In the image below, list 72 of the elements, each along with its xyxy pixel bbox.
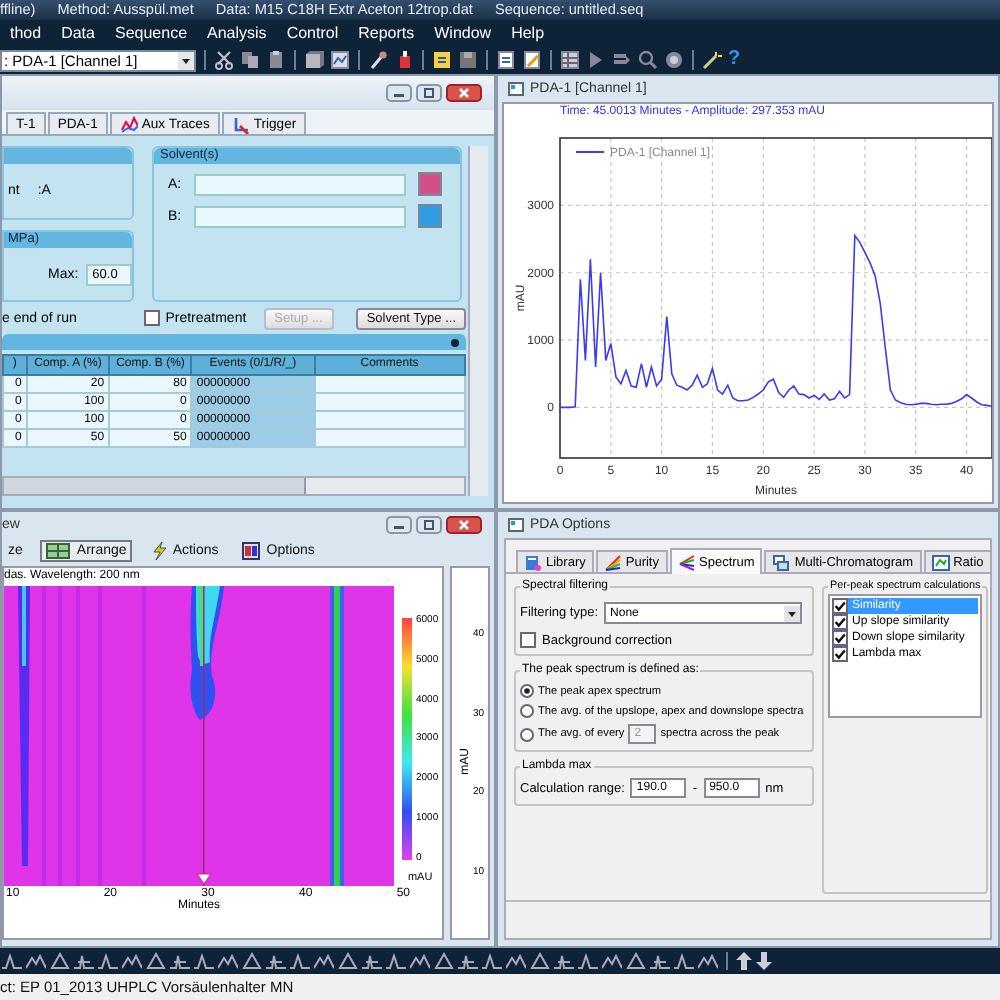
note-icon[interactable] bbox=[432, 50, 452, 70]
trigger-icon bbox=[231, 115, 250, 133]
caret-icon bbox=[178, 51, 194, 69]
menu-item[interactable]: Reports bbox=[348, 24, 425, 42]
color-swatch[interactable] bbox=[417, 172, 442, 196]
rainbow-icon bbox=[603, 553, 622, 571]
menu-item[interactable]: thod bbox=[0, 24, 52, 42]
traces-icon bbox=[119, 115, 138, 133]
peak-tool-icon[interactable] bbox=[266, 952, 286, 970]
peak-tool-icon[interactable] bbox=[554, 952, 574, 970]
bottle-icon[interactable] bbox=[394, 50, 414, 70]
stack-icon[interactable] bbox=[612, 50, 632, 70]
arrow-down-icon[interactable] bbox=[756, 952, 772, 970]
peak-tool-icon[interactable] bbox=[650, 952, 670, 970]
cursor-line[interactable] bbox=[203, 586, 205, 886]
solvent-field[interactable] bbox=[193, 205, 406, 227]
wand-icon[interactable] bbox=[702, 50, 722, 70]
peak-tool-icon[interactable] bbox=[74, 952, 94, 970]
book-icon bbox=[524, 553, 542, 571]
document-icon[interactable] bbox=[496, 50, 516, 70]
close-button[interactable] bbox=[446, 84, 482, 102]
window-icon bbox=[508, 518, 524, 532]
pipette-icon[interactable] bbox=[368, 50, 388, 70]
cursor-marker[interactable] bbox=[195, 873, 213, 886]
scrollbar[interactable] bbox=[468, 146, 488, 496]
checkbox[interactable] bbox=[143, 310, 160, 326]
paste-icon[interactable] bbox=[266, 50, 286, 70]
windows-icon bbox=[772, 553, 791, 571]
group-header bbox=[4, 148, 132, 164]
window-icon bbox=[508, 82, 524, 96]
menu-item[interactable]: Data bbox=[51, 24, 105, 42]
arrow-up-icon[interactable] bbox=[736, 952, 752, 970]
table-icon[interactable] bbox=[560, 50, 580, 70]
cube-icon[interactable] bbox=[304, 50, 324, 70]
maximize-button[interactable] bbox=[416, 84, 442, 102]
peak-tool-icon[interactable] bbox=[170, 952, 190, 970]
peak-tool-icon[interactable] bbox=[362, 952, 382, 970]
color-swatch[interactable] bbox=[417, 204, 442, 228]
maximize-button[interactable] bbox=[416, 516, 442, 534]
help-icon[interactable]: ? bbox=[728, 48, 741, 72]
copy-icon[interactable] bbox=[240, 50, 260, 70]
menu-item[interactable]: Control bbox=[276, 24, 349, 42]
close-button[interactable] bbox=[446, 516, 482, 534]
chart-icon bbox=[931, 553, 950, 571]
zoom-icon[interactable] bbox=[638, 50, 658, 70]
menu-item[interactable]: Help bbox=[501, 24, 555, 42]
pencil-icon[interactable] bbox=[522, 50, 542, 70]
scrollbar[interactable] bbox=[2, 476, 466, 496]
minimize-button[interactable] bbox=[386, 516, 412, 534]
peak-tool-icon[interactable] bbox=[458, 952, 478, 970]
circle-icon[interactable] bbox=[664, 50, 684, 70]
minimize-button[interactable] bbox=[386, 84, 412, 102]
cut-icon[interactable] bbox=[214, 50, 234, 70]
checkbox[interactable] bbox=[832, 646, 848, 662]
caret-icon bbox=[784, 605, 801, 621]
checkbox[interactable] bbox=[832, 614, 848, 630]
pin-icon[interactable] bbox=[450, 337, 460, 347]
menu-item[interactable]: Analysis bbox=[197, 24, 277, 42]
solvent-field[interactable] bbox=[193, 173, 406, 195]
spectrum-icon bbox=[677, 553, 695, 571]
play-icon[interactable] bbox=[586, 50, 606, 70]
panel-icon bbox=[242, 541, 261, 559]
menu-item[interactable]: Window bbox=[424, 24, 502, 42]
checkbox[interactable] bbox=[832, 630, 848, 646]
checkbox[interactable] bbox=[520, 632, 536, 648]
radio-button[interactable] bbox=[520, 704, 534, 718]
window-icon[interactable] bbox=[330, 50, 350, 70]
grid-icon bbox=[46, 541, 71, 559]
radio-button[interactable] bbox=[520, 684, 534, 698]
menu-item[interactable]: Sequence bbox=[104, 24, 198, 42]
checkbox[interactable] bbox=[832, 598, 848, 614]
lightning-icon bbox=[150, 541, 167, 559]
